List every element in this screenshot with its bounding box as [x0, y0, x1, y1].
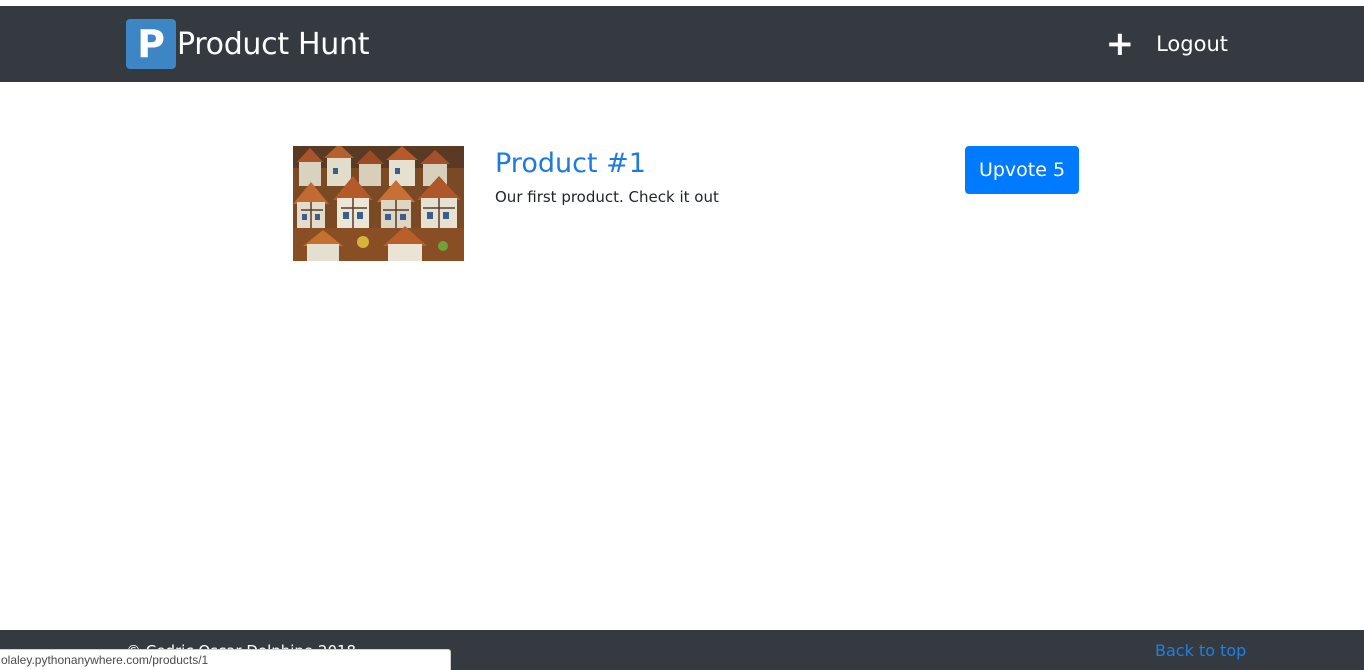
status-bar-url: olaley.pythonanywhere.com/products/1 — [0, 649, 451, 670]
logo-icon: P — [126, 19, 176, 69]
nav-actions: + Logout — [1106, 6, 1228, 82]
plus-icon[interactable]: + — [1106, 27, 1135, 61]
logout-link[interactable]: Logout — [1156, 32, 1228, 56]
product-thumbnail[interactable] — [293, 146, 464, 261]
back-to-top-link[interactable]: Back to top — [1155, 641, 1246, 660]
product-info: Product #1 Our first product. Check it o… — [495, 148, 719, 206]
product-item: Product #1 Our first product. Check it o… — [293, 146, 1079, 261]
product-title[interactable]: Product #1 — [495, 148, 719, 179]
brand-name: Product Hunt — [177, 26, 370, 62]
product-summary: Our first product. Check it out — [495, 188, 719, 206]
product-image — [293, 146, 464, 261]
brand-link[interactable]: P Product Hunt — [126, 19, 370, 69]
upvote-button[interactable]: Upvote 5 — [965, 146, 1079, 194]
